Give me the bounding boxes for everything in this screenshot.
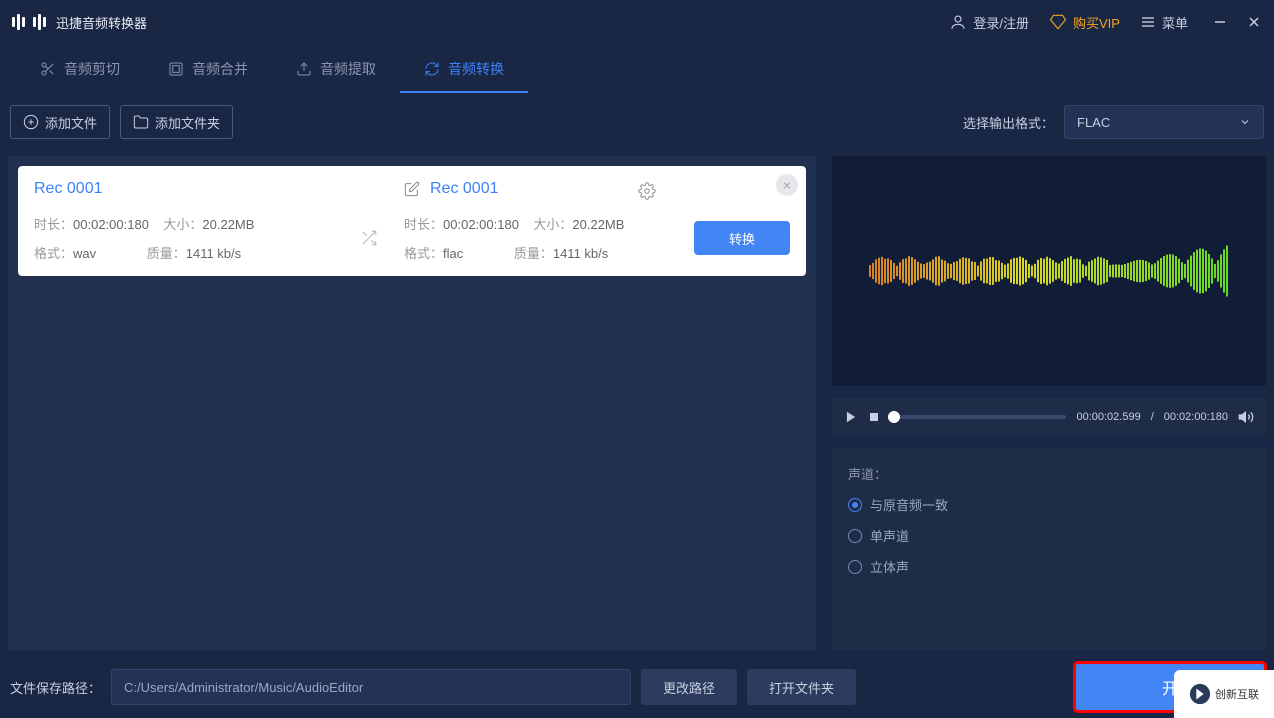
radio-icon [848,529,862,543]
merge-icon [168,61,184,77]
watermark-text: 创新互联 [1215,686,1259,702]
shuffle-icon[interactable] [360,229,378,247]
scissors-icon [40,61,56,77]
radio-same[interactable]: 与原音频一致 [848,495,1250,514]
file-list: × Rec 0001 Rec 0001 时长：00:02:00:180 大小：2… [8,156,816,650]
waveform-preview [832,156,1266,386]
tab-merge[interactable]: 音频合并 [144,44,272,93]
time-current: 00:00:02.599 [1076,411,1140,423]
convert-button[interactable]: 转换 [694,221,790,255]
plus-circle-icon [23,114,39,130]
toolbar: 添加文件 添加文件夹 选择输出格式： FLAC [0,94,1274,150]
menu-button[interactable]: 菜单 [1140,13,1188,32]
login-button[interactable]: 登录/注册 [949,13,1029,32]
src-line2: 格式：wav 质量：1411 kb/s [34,243,334,262]
footer: 文件保存路径： C:/Users/Administrator/Music/Aud… [0,656,1274,718]
output-format-label: 选择输出格式： [963,113,1054,132]
radio-mono[interactable]: 单声道 [848,526,1250,545]
remove-file-button[interactable]: × [776,174,798,196]
src-line1: 时长：00:02:00:180 大小：20.22MB [34,214,334,233]
user-icon [949,13,967,31]
minimize-button[interactable] [1212,14,1228,30]
play-icon[interactable] [844,410,858,424]
add-folder-label: 添加文件夹 [155,113,220,132]
radio-icon [848,560,862,574]
stop-icon[interactable] [868,411,880,423]
waveform-icon [869,231,1229,311]
settings-icon[interactable] [638,182,656,200]
add-folder-button[interactable]: 添加文件夹 [120,105,233,139]
extract-icon [296,61,312,77]
watermark: 创新互联 [1174,670,1274,718]
login-label: 登录/注册 [973,13,1029,32]
add-file-button[interactable]: 添加文件 [10,105,110,139]
folder-icon [133,114,149,130]
channel-label: 声道： [848,464,1250,483]
watermark-icon [1189,683,1211,705]
settings-panel: 声道： 与原音频一致 单声道 立体声 [832,448,1266,650]
save-path-label: 文件保存路径： [10,678,101,697]
target-filename: Rec 0001 [430,180,499,198]
open-folder-button[interactable]: 打开文件夹 [747,669,856,705]
close-button[interactable] [1246,14,1262,30]
file-card: × Rec 0001 Rec 0001 时长：00:02:00:180 大小：2… [18,166,806,276]
tgt-line2: 格式：flac 质量：1411 kb/s [404,243,674,262]
tab-merge-label: 音频合并 [192,59,248,79]
add-file-label: 添加文件 [45,113,97,132]
radio-mono-label: 单声道 [870,526,909,545]
output-format-select[interactable]: FLAC [1064,105,1264,139]
tgt-line1: 时长：00:02:00:180 大小：20.22MB [404,214,674,233]
source-filename: Rec 0001 [34,180,384,198]
player-bar: 00:00:02.599 / 00:02:00:180 [832,398,1266,436]
menu-label: 菜单 [1162,13,1188,32]
right-panel: 00:00:02.599 / 00:02:00:180 声道： 与原音频一致 单… [832,156,1266,650]
title-bar: 迅捷音频转换器 登录/注册 购买VIP 菜单 [0,0,1274,44]
progress-knob[interactable] [888,411,900,423]
vip-label: 购买VIP [1073,13,1120,32]
radio-stereo[interactable]: 立体声 [848,557,1250,576]
main-area: × Rec 0001 Rec 0001 时长：00:02:00:180 大小：2… [0,150,1274,650]
vip-button[interactable]: 购买VIP [1049,13,1120,32]
radio-icon [848,498,862,512]
change-path-button[interactable]: 更改路径 [641,669,737,705]
app-title: 迅捷音频转换器 [56,13,147,32]
close-icon [1247,15,1261,29]
app-logo [12,14,46,30]
diamond-icon [1049,13,1067,31]
convert-icon [424,61,440,77]
edit-icon[interactable] [404,181,420,197]
save-path-value: C:/Users/Administrator/Music/AudioEditor [124,680,363,695]
chevron-down-icon [1239,116,1251,128]
volume-icon[interactable] [1238,409,1254,425]
radio-stereo-label: 立体声 [870,557,909,576]
time-total: 00:02:00:180 [1164,411,1228,423]
hamburger-icon [1140,14,1156,30]
tab-cut-label: 音频剪切 [64,59,120,79]
tab-extract[interactable]: 音频提取 [272,44,400,93]
progress-bar[interactable] [890,415,1066,419]
tab-convert[interactable]: 音频转换 [400,44,528,93]
tab-bar: 音频剪切 音频合并 音频提取 音频转换 [0,44,1274,94]
output-format-value: FLAC [1077,115,1110,130]
tab-cut[interactable]: 音频剪切 [16,44,144,93]
minimize-icon [1213,15,1227,29]
tab-convert-label: 音频转换 [448,59,504,79]
tab-extract-label: 音频提取 [320,59,376,79]
save-path-input[interactable]: C:/Users/Administrator/Music/AudioEditor [111,669,631,705]
radio-same-label: 与原音频一致 [870,495,948,514]
